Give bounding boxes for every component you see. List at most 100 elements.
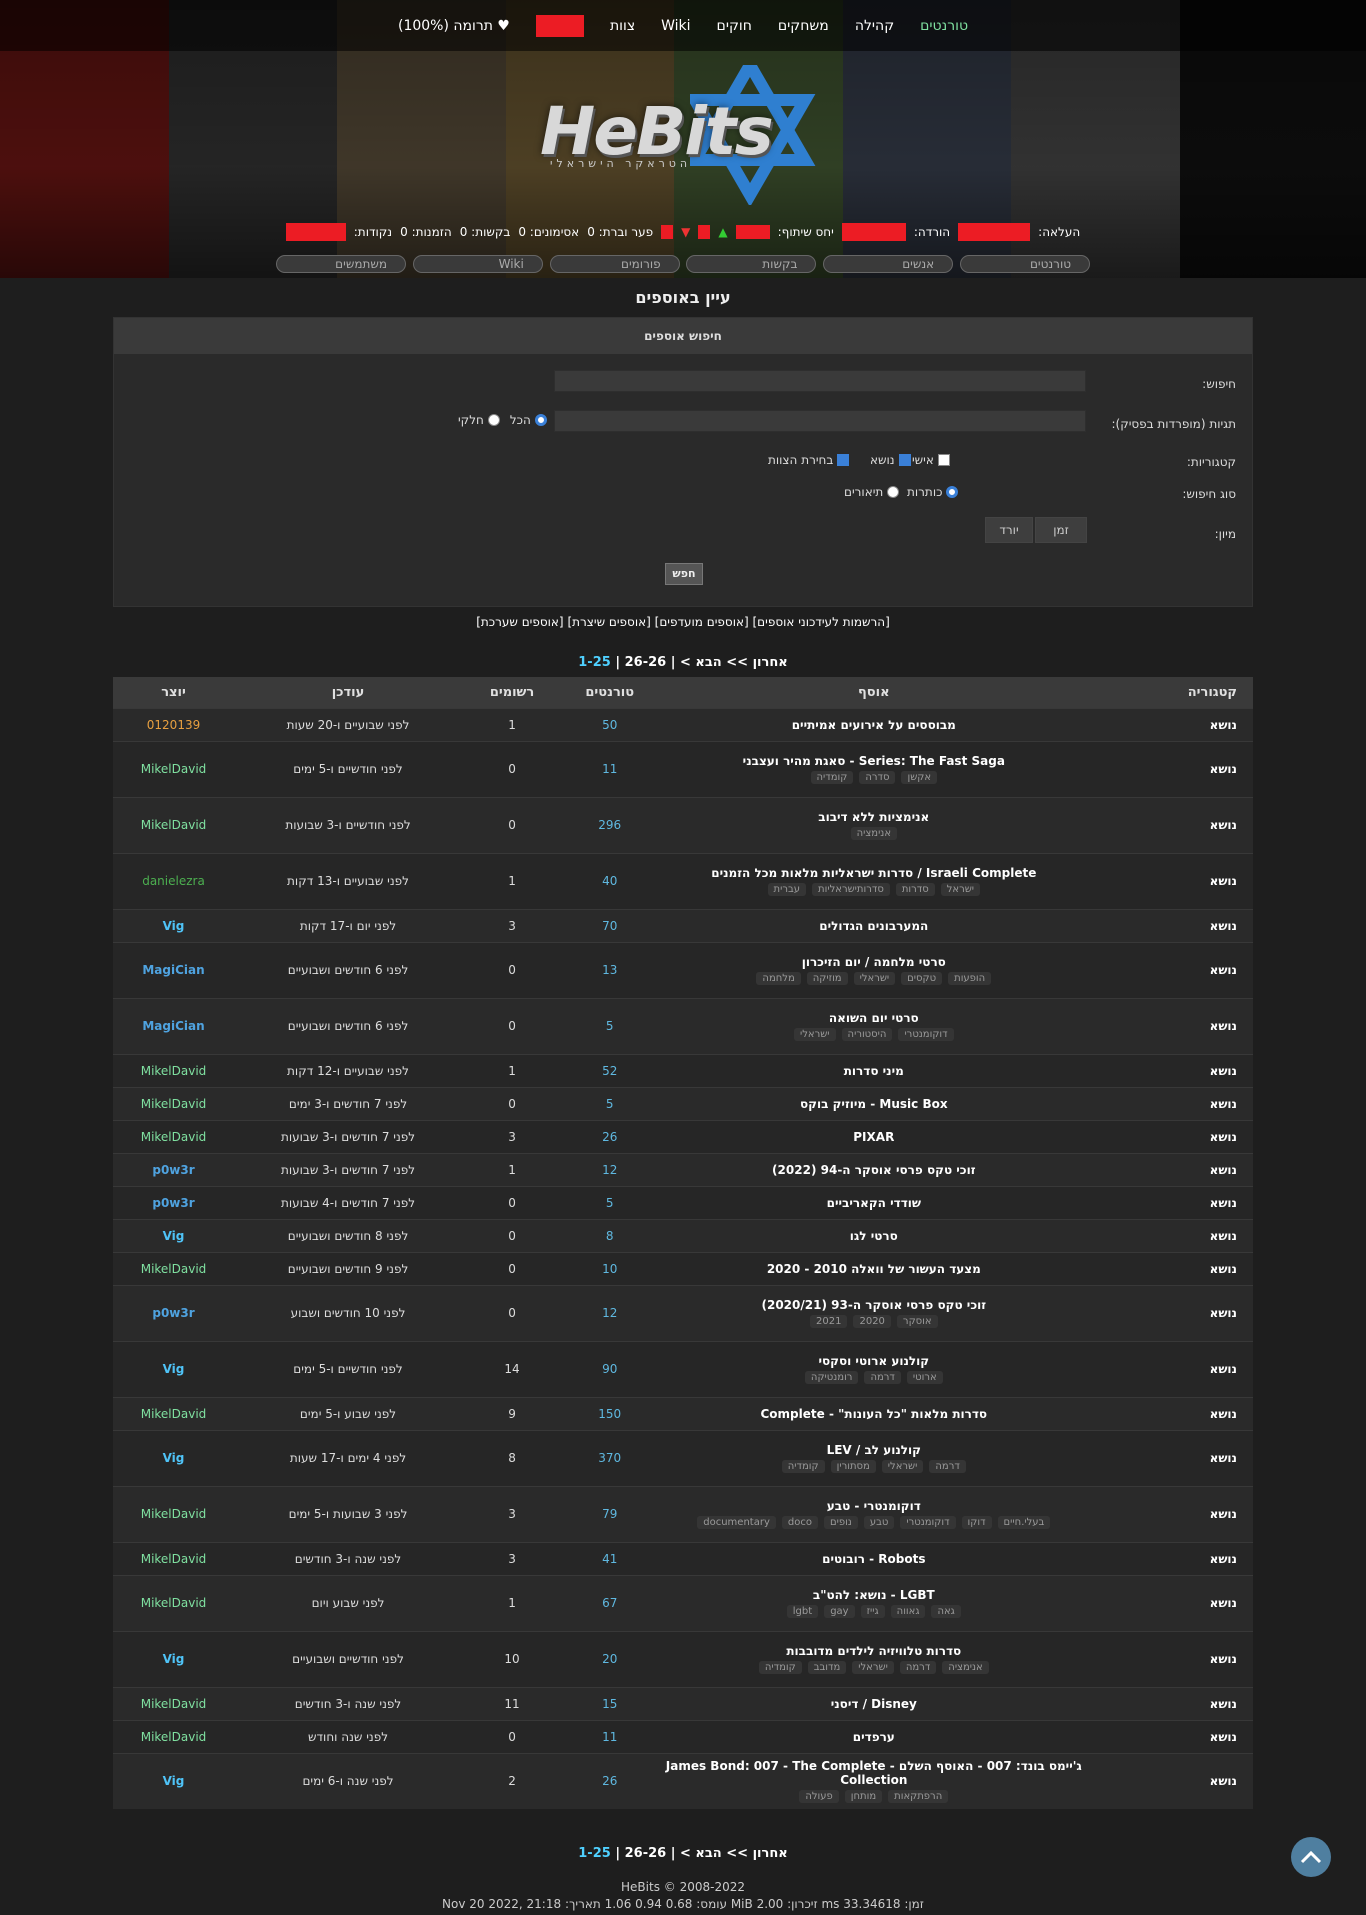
collection-name-link[interactable]: סרטי יום השואה xyxy=(657,1011,1090,1025)
row-category[interactable]: נושא xyxy=(1090,1152,1253,1186)
tag-link[interactable]: ישראלי xyxy=(853,972,896,985)
row-category[interactable]: נושא xyxy=(1090,1086,1253,1120)
row-creator-link[interactable]: MikelDavid xyxy=(113,1574,235,1631)
search-members-field[interactable]: משתמשים xyxy=(276,255,407,273)
tag-link[interactable]: lgbt xyxy=(786,1605,819,1618)
tags-partial-radio[interactable] xyxy=(487,414,500,426)
pager-next[interactable]: הבא > xyxy=(680,1846,722,1861)
row-creator-link[interactable]: p0w3r xyxy=(113,1152,235,1186)
tag-link[interactable]: ארוטי xyxy=(906,1371,943,1384)
search-button[interactable]: חפש xyxy=(665,563,703,585)
row-category[interactable]: נושא xyxy=(1090,1053,1253,1087)
nav-torrents[interactable]: טורנטים xyxy=(920,18,968,34)
pager-next-range[interactable]: 26-26 xyxy=(625,1846,667,1861)
row-category[interactable]: נושא xyxy=(1090,1719,1253,1753)
tag-link[interactable]: ישראל xyxy=(940,883,981,896)
collection-name-link[interactable]: סרטי לגו xyxy=(657,1229,1090,1243)
link-favorites[interactable]: [אוספים מועדפים] xyxy=(655,615,749,629)
row-category[interactable]: נושא xyxy=(1090,1119,1253,1153)
row-category[interactable]: נושא xyxy=(1090,1574,1253,1631)
row-category[interactable]: נושא xyxy=(1090,1251,1253,1285)
row-category[interactable]: נושא xyxy=(1090,1752,1253,1809)
tag-link[interactable]: עברית xyxy=(767,883,807,896)
tag-link[interactable]: גאווה xyxy=(890,1605,926,1618)
row-creator-link[interactable]: MikelDavid xyxy=(113,1086,235,1120)
tag-link[interactable]: בעלי.חיים xyxy=(997,1516,1051,1529)
row-creator-link[interactable]: MikelDavid xyxy=(113,1686,235,1720)
tags-input[interactable] xyxy=(554,410,1086,432)
tag-link[interactable]: גייז xyxy=(860,1605,885,1618)
row-category[interactable]: נושא xyxy=(1090,1340,1253,1397)
row-creator-link[interactable]: MikelDavid xyxy=(113,1485,235,1542)
tag-link[interactable]: אנימציה xyxy=(850,827,897,840)
collection-name-link[interactable]: Robots - רובוטים xyxy=(657,1552,1090,1566)
pager-next[interactable]: הבא > xyxy=(680,655,722,670)
collection-name-link[interactable]: מיני סדרות xyxy=(657,1064,1090,1078)
row-creator-link[interactable]: Vig xyxy=(113,908,235,942)
tags-all-radio[interactable] xyxy=(534,414,547,426)
row-creator-link[interactable]: p0w3r xyxy=(113,1185,235,1219)
collection-name-link[interactable]: קולנוע ארוטי וסקסי xyxy=(657,1354,1090,1368)
search-torrents-field[interactable]: טורנטים xyxy=(960,255,1090,273)
tag-link[interactable]: 2021 xyxy=(810,1315,848,1328)
row-creator-link[interactable]: MikelDavid xyxy=(113,1119,235,1153)
row-category[interactable]: נושא xyxy=(1090,1396,1253,1430)
cat-topic-checkbox[interactable] xyxy=(898,454,911,466)
tag-link[interactable]: טקסים xyxy=(901,972,943,985)
tag-link[interactable]: מוזיקה xyxy=(806,972,848,985)
search-users-field[interactable]: אנשים xyxy=(823,255,954,273)
tag-link[interactable]: מותחן xyxy=(844,1790,883,1804)
sort-order-select[interactable]: יורד xyxy=(985,517,1033,543)
collection-name-link[interactable]: מצעד העשור של וואלה 2010 - 2020 xyxy=(657,1262,1090,1276)
tag-link[interactable]: ישראלי xyxy=(793,1028,836,1041)
tag-link[interactable]: הופעות xyxy=(948,972,992,985)
tag-link[interactable]: מסתורין xyxy=(830,1460,876,1473)
tag-link[interactable]: gay xyxy=(824,1605,855,1618)
row-creator-link[interactable]: Vig xyxy=(113,1752,235,1809)
tag-link[interactable]: אקשן xyxy=(901,771,938,784)
col-updated[interactable]: עודכן xyxy=(234,677,463,708)
collection-name-link[interactable]: LGBT - נושא: להט"ב xyxy=(657,1588,1090,1602)
donate-link[interactable]: ♥ תרומה (100%) xyxy=(398,18,510,34)
collection-name-link[interactable]: סרטי מלחמה / יום הזיכרון xyxy=(657,955,1090,969)
tag-link[interactable]: סדרה xyxy=(859,771,896,784)
pager-last[interactable]: אחרון >> xyxy=(726,1846,787,1861)
tag-link[interactable]: הרפתקאות xyxy=(888,1790,949,1804)
pager-next-range[interactable]: 26-26 xyxy=(625,655,667,670)
tag-link[interactable]: קומדיה xyxy=(781,1460,825,1473)
nav-games[interactable]: משחקים xyxy=(778,18,829,34)
nav-wiki[interactable]: Wiki xyxy=(661,18,690,34)
stat-requests[interactable]: בקשות: 0 xyxy=(460,225,511,239)
row-category[interactable]: נושא xyxy=(1090,941,1253,998)
row-creator-link[interactable]: MikelDavid xyxy=(113,1396,235,1430)
tag-link[interactable]: documentary xyxy=(697,1516,776,1529)
link-created[interactable]: [אוספים שיצרת] xyxy=(567,615,650,629)
row-category[interactable]: נושא xyxy=(1090,796,1253,853)
scroll-to-top-button[interactable] xyxy=(1291,1837,1331,1877)
row-creator-link[interactable]: MikelDavid xyxy=(113,1719,235,1753)
tag-link[interactable]: אוסקר xyxy=(896,1315,938,1328)
collection-name-link[interactable]: המערבונים הגדולים xyxy=(657,919,1090,933)
collection-name-link[interactable]: Israeli Complete / סדרות ישראליות מלאות … xyxy=(657,866,1090,880)
collection-name-link[interactable]: שודדי הקאריביים xyxy=(657,1196,1090,1210)
row-creator-link[interactable]: MikelDavid xyxy=(113,796,235,853)
collection-name-link[interactable]: זוכי טקס פרסי אוסקר ה-93 (2020/21) xyxy=(657,1298,1090,1312)
nav-community[interactable]: קהילה xyxy=(855,18,894,34)
row-category[interactable]: נושא xyxy=(1090,908,1253,942)
collection-name-link[interactable]: סדרות מלאות "כל העונות" - Complete xyxy=(657,1407,1090,1421)
col-category[interactable]: קטגוריה xyxy=(1090,677,1253,708)
row-category[interactable]: נושא xyxy=(1090,1185,1253,1219)
link-edited[interactable]: [אוספים שערכת] xyxy=(476,615,563,629)
row-category[interactable]: נושא xyxy=(1090,997,1253,1054)
col-collection[interactable]: אוסף xyxy=(657,677,1091,708)
tag-link[interactable]: קומדיה xyxy=(758,1661,802,1674)
row-creator-link[interactable]: MikelDavid xyxy=(113,740,235,797)
pager-last[interactable]: אחרון >> xyxy=(726,655,787,670)
tag-link[interactable]: היסטוריה xyxy=(841,1028,893,1041)
search-forums-field[interactable]: פורומים xyxy=(549,255,680,273)
search-input[interactable] xyxy=(554,370,1086,392)
col-torrents[interactable]: טורנטים xyxy=(562,677,658,708)
cat-personal-checkbox[interactable] xyxy=(937,454,950,466)
collection-name-link[interactable]: PIXAR xyxy=(657,1130,1090,1144)
tag-link[interactable]: ישראלי xyxy=(852,1661,894,1674)
